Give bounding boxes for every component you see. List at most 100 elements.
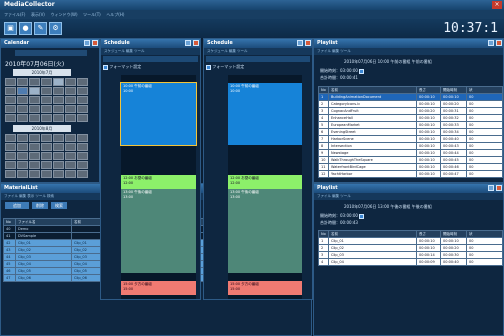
calendar-grid-current[interactable] <box>5 78 88 122</box>
schedule-a-legend: フォーマット設定 <box>109 64 142 69</box>
table-cell: 41 <box>3 232 16 240</box>
table-cell: 00:00:10 <box>416 156 441 164</box>
table-row[interactable]: 4 EnhanceHall 00:00:10 00:00:32 00 <box>318 114 503 122</box>
table-cell: 12 <box>318 170 329 178</box>
minimize-icon[interactable] <box>297 40 303 46</box>
program-block-evening[interactable]: 15:00 夕方の番組 15:00 <box>121 281 196 295</box>
table-cell: 45 <box>3 260 16 268</box>
table-cell: 00:00:34 <box>440 128 467 136</box>
table-cell: 00:00:30 <box>440 251 467 259</box>
edit-icon[interactable]: ✎ <box>34 22 47 35</box>
table-row[interactable]: 9 Newstage 00:00:10 00:00:44 00 <box>318 149 503 157</box>
table-row[interactable]: 6 EveningStreet 00:00:10 00:00:34 00 <box>318 128 503 136</box>
table-cell: WaterfrontBirdCage <box>328 163 417 171</box>
next-month-header[interactable]: 2010年8月 <box>13 125 71 132</box>
schedule-a-timeline[interactable]: 10:00 午前の番組 10:00 12:00 お昼の番組 12:00 13:00 … <box>120 75 197 299</box>
table-row[interactable]: 12 YachtHarbor 00:00:10 00:00:47 00 <box>318 170 503 178</box>
playlist-panel-1: Playlist ファイル 編集 ツール 2010年07月06日 10:00 午… <box>313 38 504 183</box>
table-cell: 00 <box>466 149 503 157</box>
record-icon[interactable]: ● <box>19 22 32 35</box>
checkbox[interactable] <box>103 64 108 70</box>
schedule-b-timeline[interactable]: 10:00 午前の番組 10:00 12:00 お昼の番組 12:00 13:00 … <box>228 75 302 299</box>
table-cell: EuropeanMarket <box>328 121 417 129</box>
playlist-1-start: 03:00:00 <box>340 68 358 73</box>
close-icon[interactable] <box>305 40 311 46</box>
menu-view[interactable]: 表示(V) <box>31 12 45 18</box>
table-cell: 00:00:10 <box>416 149 441 157</box>
program-block-morning[interactable]: 10:00 午前の番組 10:00 <box>228 83 302 145</box>
table-cell: Clip_05 <box>15 267 72 275</box>
table-row[interactable]: 10 WalkThroughTheSquare 00:00:10 00:00:45 00 <box>318 156 503 164</box>
menu-tools[interactable]: ツール(T) <box>83 12 101 18</box>
table-cell: Clip_03 <box>328 251 417 259</box>
table-cell: 00:00:10 <box>416 93 441 101</box>
close-app-button[interactable]: × <box>492 1 502 9</box>
minimize-icon[interactable] <box>488 40 494 46</box>
program-block-morning[interactable]: 10:00 午前の番組 10:00 <box>120 82 197 146</box>
table-cell: 00:00:33 <box>440 121 467 129</box>
col-no[interactable]: No <box>3 218 16 226</box>
table-row[interactable]: 3 Clip_03 00:00:14 00:00:30 00 <box>318 251 503 259</box>
calendar-grid-next[interactable] <box>5 134 88 178</box>
table-cell: 00:00:10 <box>440 93 467 101</box>
playlist-2-title: Playlist <box>317 185 338 191</box>
menu-file[interactable]: ファイル(F) <box>4 12 25 18</box>
schedule-b-title: Schedule <box>207 40 233 46</box>
menu-help[interactable]: ヘルプ(H) <box>106 12 124 18</box>
menu-window[interactable]: ウィンドウ(W) <box>50 12 77 18</box>
lock-checkbox[interactable] <box>359 68 365 74</box>
table-row[interactable]: 1 BuildingAnimationDocument 00:00:10 00:00:… <box>318 93 503 101</box>
close-icon[interactable] <box>496 185 502 191</box>
calendar-tabs[interactable] <box>15 50 87 56</box>
lock-checkbox[interactable] <box>359 213 365 219</box>
minimize-icon[interactable] <box>488 185 494 191</box>
table-cell: Clip_04 <box>15 260 72 268</box>
program-block-afternoon[interactable]: 13:00 午後の番組 13:00 <box>228 189 302 273</box>
close-icon[interactable] <box>92 40 98 46</box>
minimize-icon[interactable] <box>84 40 90 46</box>
program-block-noon[interactable]: 12:00 お昼の番組 12:00 <box>121 175 196 189</box>
schedule-a-toolbar[interactable] <box>103 56 198 62</box>
playlist-2-total: 00:00:43 <box>340 220 358 225</box>
program-block-afternoon[interactable]: 13:00 午後の番組 13:00 <box>121 189 196 273</box>
table-row[interactable]: 5 EuropeanMarket 00:00:10 00:00:33 00 <box>318 121 503 129</box>
material-submenu[interactable]: ファイル 編集 表示 ツール 検索 <box>4 194 54 198</box>
program-block-noon[interactable]: 12:00 お昼の番組 12:00 <box>228 175 302 189</box>
month-header[interactable]: 2010年7月 <box>13 69 71 76</box>
col-filename[interactable]: ファイル名 <box>15 218 72 226</box>
table-row[interactable]: 2 CategoryIcons.ic 00:00:10 00:00:20 00 <box>318 100 503 108</box>
table-row[interactable]: 11 WaterfrontBirdCage 00:00:10 00:00:46 00 <box>318 163 503 171</box>
save-icon[interactable]: ▣ <box>4 22 17 35</box>
table-row[interactable]: 7 HarborScene 00:00:10 00:00:40 00 <box>318 135 503 143</box>
schedule-b-submenu[interactable]: スケジュール 編集 ツール <box>207 49 247 53</box>
table-row[interactable]: 3 CognacAndFruit 00:00:20 00:00:31 00 <box>318 107 503 115</box>
table-cell: 00:00:20 <box>416 107 441 115</box>
close-icon[interactable] <box>496 40 502 46</box>
schedule-b-toolbar[interactable] <box>206 56 310 62</box>
table-row[interactable]: 2 Clip_02 00:00:10 00:00:20 00 <box>318 244 503 252</box>
table-cell: 4 <box>318 258 329 266</box>
table-cell: 00:00:10 <box>416 114 441 122</box>
table-cell: 00 <box>466 258 503 266</box>
gear-icon[interactable]: ⚙ <box>49 22 62 35</box>
table-cell: 00:00:40 <box>440 135 467 143</box>
table-cell: 00 <box>466 237 503 245</box>
add-button[interactable]: 追加 <box>5 202 29 209</box>
table-cell: 00:00:10 <box>416 244 441 252</box>
table-cell: 00:00:47 <box>440 170 467 178</box>
table-row[interactable]: 4 Clip_04 00:00:09 00:00:40 00 <box>318 258 503 266</box>
schedule-a-submenu[interactable]: スケジュール 編集 ツール <box>104 49 144 53</box>
table-row[interactable]: 8 Intersection 00:00:10 00:00:43 00 <box>318 142 503 150</box>
delete-button[interactable]: 削除 <box>32 202 48 209</box>
program-block-evening[interactable]: 15:00 夕方の番組 15:00 <box>228 281 302 295</box>
minimize-icon[interactable] <box>185 40 191 46</box>
table-cell: BuildingAnimationDocument <box>328 93 417 101</box>
checkbox[interactable] <box>206 64 211 70</box>
table-cell: WalkThroughTheSquare <box>328 156 417 164</box>
table-cell: 00:00:14 <box>416 251 441 259</box>
close-icon[interactable] <box>193 40 199 46</box>
table-row[interactable]: 1 Clip_01 00:00:10 00:00:10 00 <box>318 237 503 245</box>
table-cell: Newstage <box>328 149 417 157</box>
search-button[interactable]: 検索 <box>51 202 67 209</box>
schedule-b-legend: フォーマット設定 <box>212 64 245 69</box>
